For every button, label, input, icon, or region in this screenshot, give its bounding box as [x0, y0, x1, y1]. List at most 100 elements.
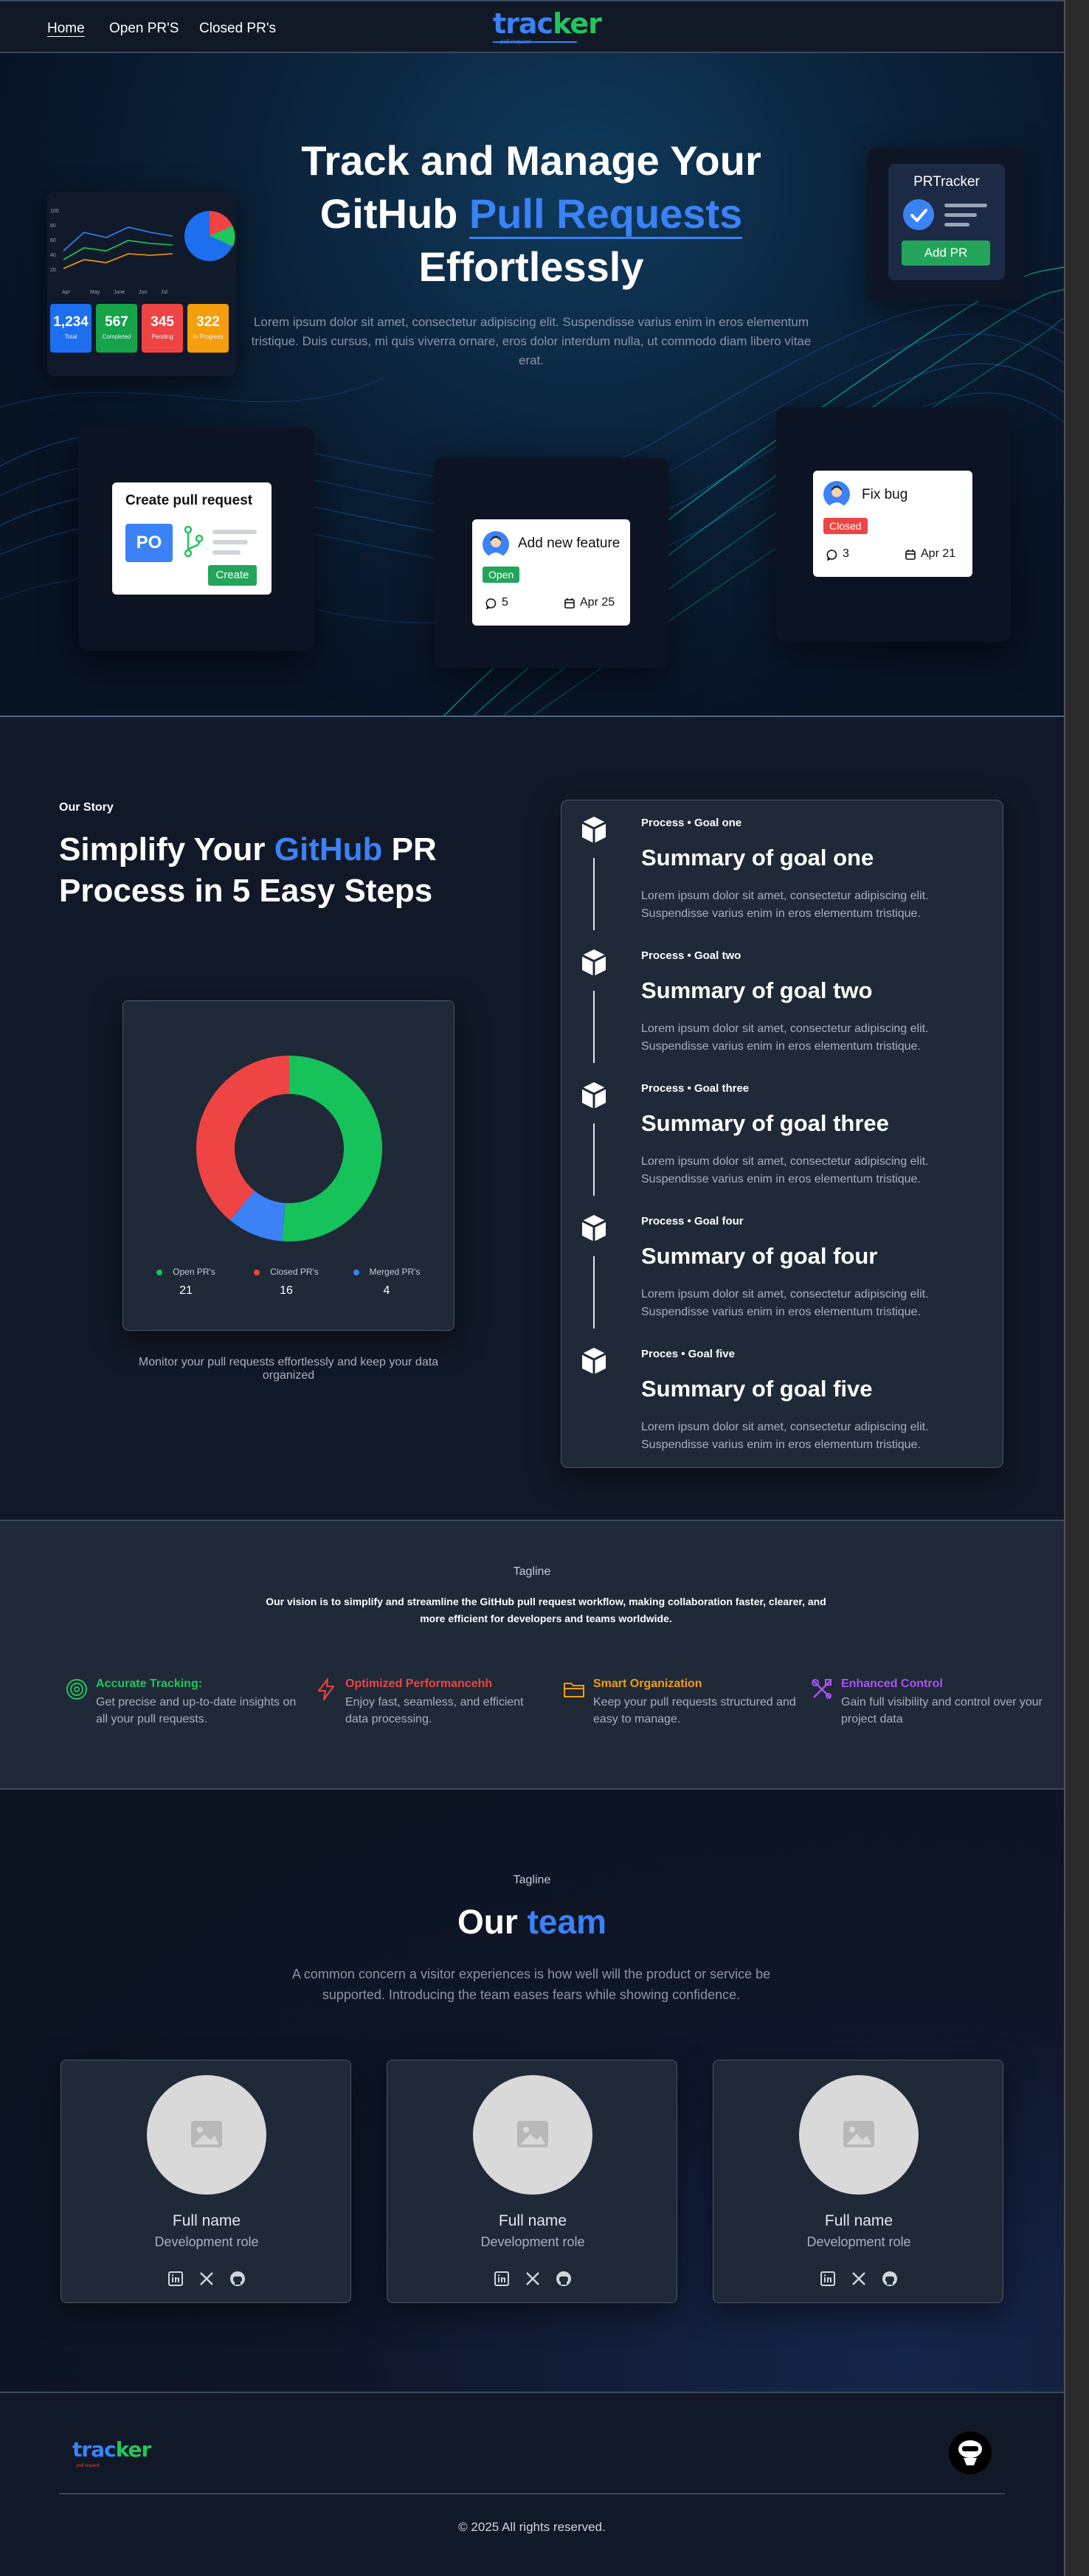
feature-description: Enjoy fast, seamless, and efficient data…	[345, 1696, 524, 1725]
step-title: Summary of goal three	[641, 1110, 889, 1136]
bug-pr-card[interactable]: Fix bug Closed 3 Apr 21	[813, 471, 972, 577]
placeholder-line	[212, 550, 241, 555]
step-item: Process • Goal one Summary of goal one L…	[561, 800, 1004, 933]
comment-icon	[485, 598, 497, 609]
legend-value: 21	[179, 1284, 193, 1297]
nav-link-open-prs[interactable]: Open PR'S	[109, 21, 179, 37]
avatar	[483, 531, 509, 558]
x-icon[interactable]	[524, 2270, 542, 2288]
cube-icon	[581, 817, 606, 843]
member-name: Full name	[172, 2212, 241, 2229]
step-kicker: Process • Goal four	[641, 1215, 744, 1228]
feature-description: Keep your pull requests structured and e…	[593, 1696, 796, 1725]
section-eyebrow: Tagline	[513, 1874, 551, 1886]
cube-icon	[581, 1348, 606, 1374]
scrollbar-track[interactable]	[1064, 0, 1089, 2576]
timeline-connector	[593, 991, 595, 1063]
linkedin-icon[interactable]	[493, 2270, 511, 2288]
github-icon[interactable]	[881, 2270, 899, 2288]
story-title: Simplify Your GitHub PR Process in 5 Eas…	[59, 831, 437, 909]
site-footer: tracker pull request © 2025 All rights r…	[0, 2393, 1064, 2576]
step-kicker: Process • Goal one	[641, 817, 742, 829]
vision-statement: Our vision is to simplify and streamline…	[266, 1596, 826, 1624]
feature-pr-card[interactable]: Add new feature Open 5 Apr 25	[472, 519, 630, 626]
placeholder-line	[944, 223, 969, 226]
chatbot-icon[interactable]	[949, 2431, 992, 2474]
footer-logo[interactable]: tracker	[72, 2437, 151, 2462]
image-placeholder-icon	[517, 2121, 548, 2147]
hero-description: Lorem ipsum dolor sit amet, consectetur …	[251, 315, 812, 367]
step-description: Lorem ipsum dolor sit amet, consectetur …	[641, 1288, 929, 1318]
x-icon[interactable]	[850, 2270, 868, 2288]
avatar	[823, 481, 850, 508]
donut-segment-closed-pr-s	[196, 1056, 290, 1221]
feature-title: Optimized Performancehh	[345, 1677, 493, 1690]
lightning-icon	[318, 1678, 334, 1700]
prtracker-title: PRTracker	[913, 174, 980, 190]
linkedin-icon[interactable]	[819, 2270, 837, 2288]
create-pr-widget: Create pull request PO Create	[78, 428, 314, 651]
check-circle-icon	[903, 199, 934, 230]
linkedin-icon[interactable]	[167, 2270, 184, 2288]
team-member-card: Full name Development role	[387, 2060, 677, 2303]
pr-title: Add new feature	[518, 536, 620, 551]
placeholder-line	[944, 213, 977, 217]
mini-month-label: June	[114, 290, 125, 295]
stat-pending: 345 Pending	[142, 304, 183, 353]
create-button[interactable]: Create	[208, 565, 257, 586]
feature-title: Accurate Tracking:	[96, 1677, 203, 1690]
dashboard-preview-card: 100 80 60 40 20 Apr May June Jun Jul 1,2…	[47, 192, 236, 376]
stat-in-progress: 322 In Progress	[187, 304, 229, 353]
footer-logo-subtitle: pull request	[77, 2464, 100, 2468]
x-icon[interactable]	[198, 2270, 215, 2288]
mini-axis-label: 60	[50, 238, 56, 243]
calendar-icon	[564, 598, 575, 609]
nav-link-closed-prs[interactable]: Closed PR's	[199, 21, 276, 37]
placeholder-line	[212, 530, 257, 534]
tools-icon	[812, 1679, 832, 1699]
mini-axis-label: 20	[50, 268, 56, 273]
step-description: Lorem ipsum dolor sit amet, consectetur …	[641, 1155, 929, 1185]
nav-link-home[interactable]: Home	[47, 21, 85, 37]
copyright-text: © 2025 All rights reserved.	[458, 2520, 606, 2534]
member-socials	[387, 2270, 678, 2288]
comment-icon	[826, 550, 837, 561]
cube-icon	[581, 1215, 606, 1242]
team-section: Tagline Our team A common concern a visi…	[0, 1790, 1064, 2393]
cube-icon	[581, 949, 606, 976]
donut-segment-open-pr-s	[282, 1056, 382, 1242]
mini-month-label: Jul	[161, 290, 167, 295]
git-branch-icon	[184, 525, 204, 558]
step-title: Summary of goal five	[641, 1376, 873, 1402]
brand-logo[interactable]: tracker	[493, 7, 602, 40]
github-icon[interactable]	[229, 2270, 246, 2288]
mini-axis-label: 80	[50, 224, 56, 229]
step-description: Lorem ipsum dolor sit amet, consectetur …	[641, 890, 929, 920]
section-eyebrow: Tagline	[513, 1565, 551, 1578]
feature-title: Smart Organization	[593, 1677, 702, 1690]
folder-icon	[564, 1683, 584, 1697]
github-icon[interactable]	[555, 2270, 573, 2288]
avatar-placeholder	[147, 2075, 266, 2195]
feature-pr-widget: Add new feature Open 5 Apr 25	[434, 457, 668, 668]
timeline-connector	[593, 1123, 595, 1196]
image-placeholder-icon	[843, 2121, 874, 2147]
prtracker-widget: PRTracker Add PR	[868, 148, 1024, 301]
mini-month-label: Apr	[62, 290, 71, 295]
comment-count: 5	[502, 596, 508, 609]
po-badge: PO	[125, 524, 173, 562]
team-title: Our team	[457, 1902, 606, 1941]
pr-donut-chart	[196, 1056, 382, 1242]
step-kicker: Proces • Goal five	[641, 1348, 735, 1360]
mini-month-label: Jun	[139, 290, 147, 295]
story-section: Our Story Simplify Your GitHub PR Proces…	[0, 717, 1064, 1521]
timeline-connector	[593, 858, 595, 930]
team-description: A common concern a visitor experiences i…	[291, 1967, 771, 2002]
add-pr-button[interactable]: Add PR	[902, 240, 990, 266]
legend-dot	[156, 1269, 163, 1275]
member-socials	[713, 2270, 1004, 2288]
hero-section: Track and Manage Your GitHub Pull Reques…	[0, 53, 1064, 717]
donut-segment-merged-pr-s	[229, 1190, 286, 1242]
feature-description: Gain full visibility and control over yo…	[841, 1696, 1043, 1725]
status-badge: Closed	[823, 518, 868, 534]
